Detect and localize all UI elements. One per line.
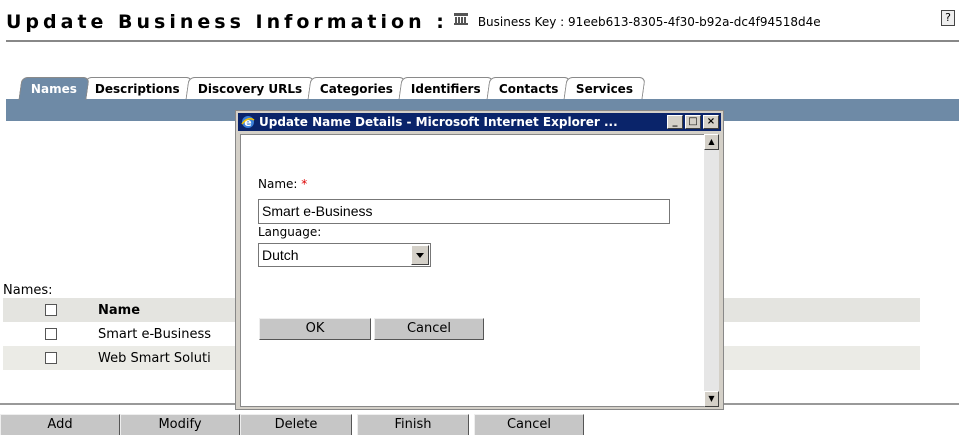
- minimize-button[interactable]: _: [667, 115, 683, 129]
- tab-identifiers[interactable]: Identifiers: [398, 77, 494, 100]
- title-divider: [6, 40, 959, 42]
- scroll-down-icon[interactable]: ▼: [704, 391, 719, 407]
- tab-discovery-urls[interactable]: Discovery URLs: [185, 77, 315, 100]
- ok-button[interactable]: OK: [259, 318, 371, 340]
- language-value: Dutch: [262, 247, 299, 263]
- help-icon[interactable]: ?: [941, 10, 955, 26]
- language-label: Language:: [258, 225, 322, 239]
- name-label: Name: *: [258, 177, 308, 191]
- name-cell: Web Smart Soluti: [98, 350, 211, 366]
- tab-names[interactable]: Names: [18, 77, 90, 100]
- row-checkbox[interactable]: [45, 352, 57, 364]
- dialog-title: Update Name Details - Microsoft Internet…: [259, 115, 618, 129]
- language-select[interactable]: Dutch: [258, 243, 431, 267]
- dialog-titlebar[interactable]: e Update Name Details - Microsoft Intern…: [238, 113, 721, 131]
- name-input[interactable]: Smart e-Business: [258, 199, 670, 224]
- tab-strip: Names Descriptions Discovery URLs Catego…: [18, 77, 646, 100]
- name-cell: Smart e-Business: [98, 326, 212, 342]
- tab-services[interactable]: Services: [563, 77, 646, 100]
- name-column-header: Name: [98, 302, 141, 318]
- dialog-scrollbar[interactable]: ▲ ▼: [704, 134, 719, 407]
- maximize-button[interactable]: □: [685, 115, 701, 129]
- close-button[interactable]: ×: [703, 115, 719, 129]
- names-label: Names:: [3, 283, 53, 298]
- update-name-dialog: e Update Name Details - Microsoft Intern…: [235, 110, 724, 410]
- page-title: Update Business Information :: [6, 11, 448, 33]
- required-marker: *: [301, 177, 308, 191]
- tab-contacts[interactable]: Contacts: [485, 77, 571, 100]
- database-icon: [453, 13, 468, 25]
- dialog-body: Name: * Smart e-Business Language: Dutch…: [240, 134, 705, 407]
- tab-descriptions[interactable]: Descriptions: [82, 77, 193, 100]
- dialog-cancel-button[interactable]: Cancel: [374, 318, 484, 340]
- page-header: Update Business Information : Business K…: [6, 8, 821, 36]
- internet-explorer-icon: e: [241, 116, 255, 129]
- dropdown-arrow-icon[interactable]: [411, 245, 429, 265]
- business-key: Business Key : 91eeb613-8305-4f30-b92a-d…: [477, 15, 821, 29]
- scroll-up-icon[interactable]: ▲: [704, 134, 719, 150]
- select-all-checkbox[interactable]: [45, 304, 57, 316]
- row-checkbox[interactable]: [45, 328, 57, 340]
- tab-categories[interactable]: Categories: [307, 77, 406, 100]
